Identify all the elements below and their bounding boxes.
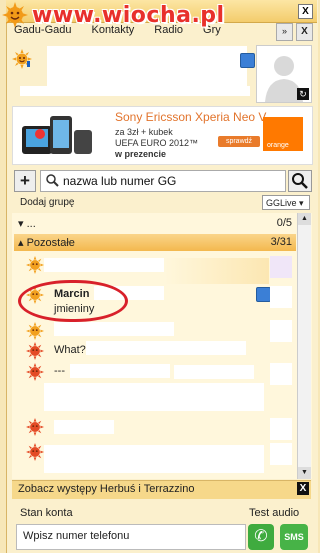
contact-description-hidden [44,445,264,473]
menu-close-button[interactable]: X [296,23,313,41]
group-name: Pozostałe [26,237,75,249]
gglive-label: GGLive [266,198,297,208]
contact-name-hidden [54,420,114,434]
ad-check-button[interactable]: sprawdź [218,136,260,147]
window-close-button[interactable]: X [298,4,313,19]
account-status-label[interactable]: Stan konta [20,507,73,519]
contact-name-field [44,258,164,272]
contact-avatar [270,443,292,465]
gglive-dropdown[interactable]: GGLive ▾ [262,195,310,210]
contact-card-icon[interactable] [240,53,255,68]
sms-button[interactable]: SMS [280,524,308,550]
phone-number-placeholder: Wpisz numer telefonu [23,530,130,542]
add-contact-button[interactable]: + [14,170,36,192]
search-button[interactable] [288,170,312,192]
promo-text[interactable]: Zobacz występy Herbuś i Terrazzino [18,483,194,495]
contact-description-hidden [174,365,254,379]
watermark-text: www.wiocha.pl [32,2,225,28]
ad-line-1: za 3zł + kubek [115,127,173,137]
avatar[interactable]: ↻ [256,45,312,103]
contact-avatar [270,363,292,385]
sun-logo-icon [2,2,28,28]
list-item[interactable] [14,383,296,419]
group-header-pozostale[interactable]: ▴ Pozostałe 3/31 [14,234,296,251]
status-sun-icon [26,256,44,274]
search-icon [292,173,308,189]
status-sun-icon [26,418,44,436]
group-header[interactable]: ▾ ... 0/5 [14,215,296,231]
test-audio-link[interactable]: Test audio [249,507,299,519]
search-input[interactable]: nazwa lub numer GG [40,170,286,192]
status-sun-icon [26,443,44,461]
row-shade [164,258,269,284]
orange-logo-text: orange [267,142,289,149]
contact-name-field [54,322,174,336]
contact-name: --- [54,365,65,377]
scroll-down-icon[interactable]: ▼ [298,467,311,479]
contact-card-icon[interactable] [256,287,271,302]
profile-description-field[interactable] [20,86,250,96]
ad-line-3: w prezencie [115,149,167,159]
search-icon [46,174,59,187]
scrollbar[interactable]: ▲ ▼ [297,213,311,479]
contact-name-hidden [70,364,170,378]
gesture-icon [270,256,292,278]
orange-logo: orange [263,117,303,151]
list-item[interactable] [14,443,296,479]
group-name: ... [26,218,36,230]
contact-avatar [270,286,292,308]
group-count: 0/5 [276,217,292,229]
add-group-link[interactable]: Dodaj grupę [20,197,74,208]
menu-more-button[interactable]: » [276,23,293,41]
phone-number-input[interactable]: Wpisz numer telefonu [16,524,246,550]
contact-description-hidden [44,383,264,411]
watermark: www.wiocha.pl [0,0,225,30]
contact-description: What? [54,344,86,356]
highlight-oval [18,280,128,322]
search-placeholder: nazwa lub numer GG [63,174,177,188]
contact-avatar [270,418,292,440]
status-sun-icon[interactable] [12,49,32,69]
phone-icon: ✆ [254,528,268,545]
group-count: 3/31 [270,236,292,248]
status-sun-icon [26,363,44,381]
ad-title: Sony Ericsson Xperia Neo V [115,110,267,124]
profile-name-field[interactable] [47,46,247,86]
call-button[interactable]: ✆ [248,524,274,550]
contact-description-hidden [86,341,246,355]
status-sun-icon [26,322,44,340]
promo-close-button[interactable]: X [297,482,309,495]
status-sun-icon [26,342,44,360]
scroll-up-icon[interactable]: ▲ [298,213,311,225]
contact-avatar [270,320,292,342]
phones-image [22,116,92,154]
ad-line-2: UEFA EURO 2012™ [115,138,199,148]
avatar-refresh-icon[interactable]: ↻ [297,88,309,100]
